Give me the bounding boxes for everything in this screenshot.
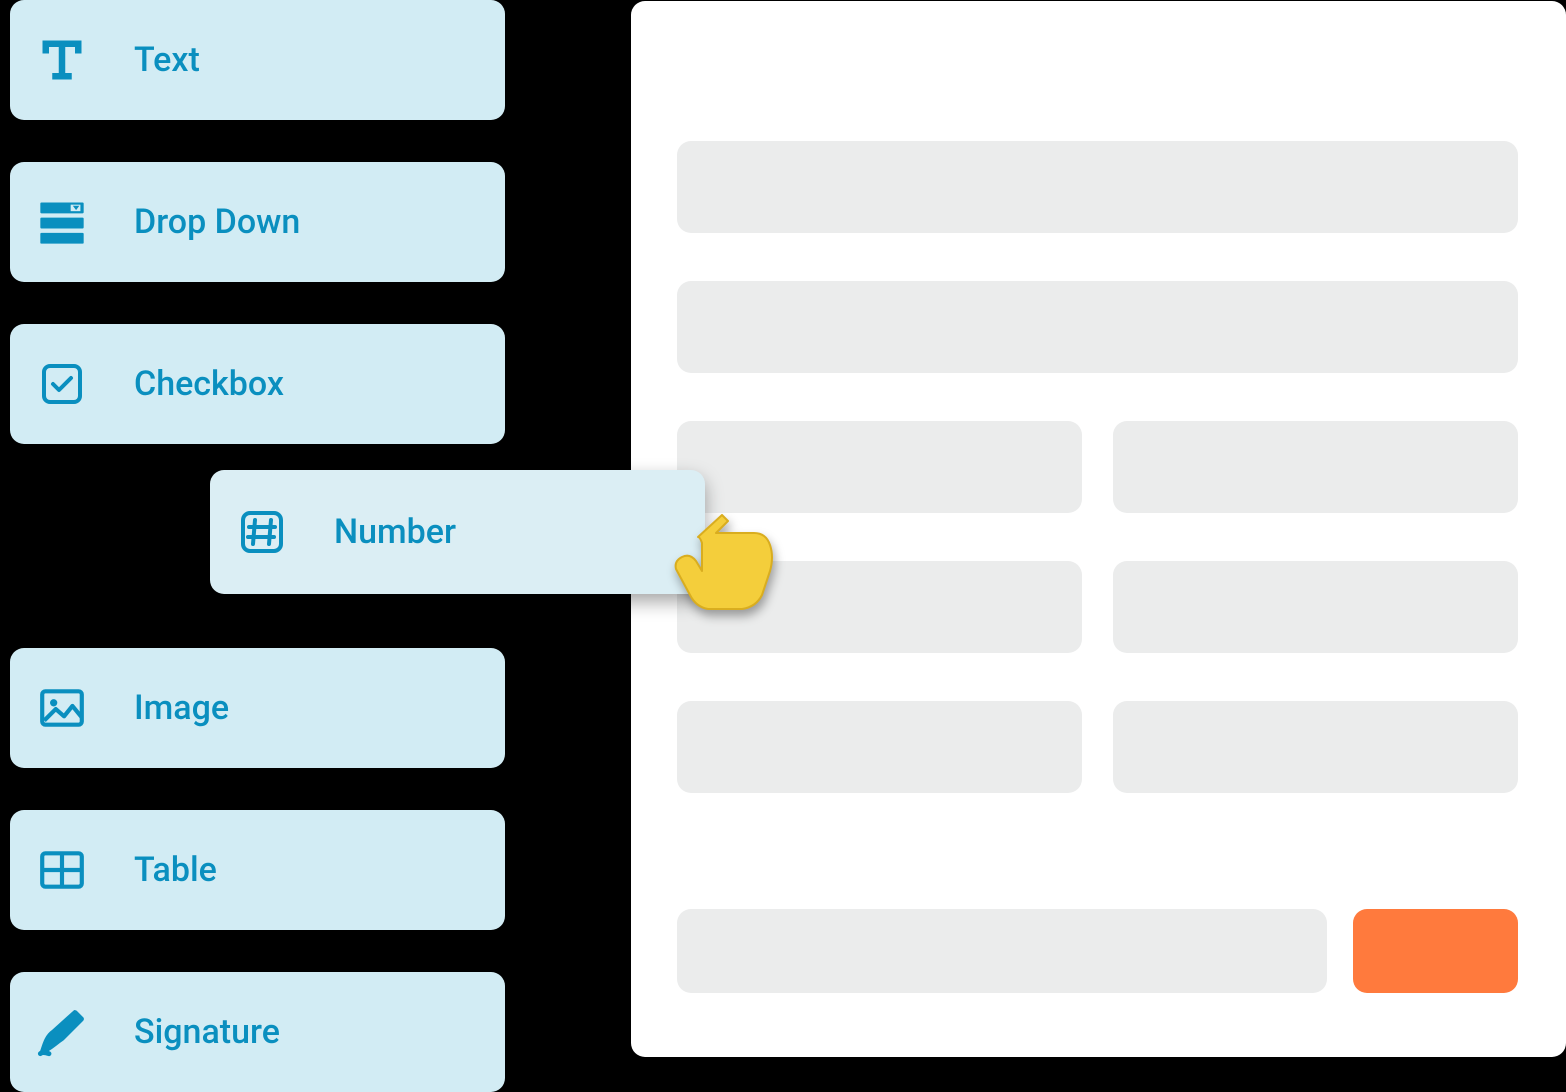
text-icon: [32, 30, 92, 90]
palette-item-label: Checkbox: [134, 364, 284, 404]
palette-item-label: Text: [134, 40, 200, 80]
palette-item-label: Table: [134, 850, 217, 890]
form-field-placeholder[interactable]: [677, 421, 1082, 513]
palette-item-label: Drop Down: [134, 202, 300, 242]
palette-item-image[interactable]: Image: [10, 648, 505, 768]
checkbox-icon: [32, 354, 92, 414]
form-field-placeholder[interactable]: [1113, 701, 1518, 793]
dragging-item-label: Number: [334, 512, 456, 552]
image-icon: [32, 678, 92, 738]
palette-item-checkbox[interactable]: Checkbox: [10, 324, 505, 444]
form-field-placeholder[interactable]: [677, 701, 1082, 793]
hash-icon: [232, 502, 292, 562]
palette-item-label: Signature: [134, 1012, 280, 1052]
form-field-placeholder[interactable]: [677, 141, 1518, 233]
form-field-placeholder[interactable]: [677, 281, 1518, 373]
palette-item-table[interactable]: Table: [10, 810, 505, 930]
palette-item-text[interactable]: Text: [10, 0, 505, 120]
form-field-placeholder[interactable]: [677, 561, 1082, 653]
form-canvas[interactable]: [631, 1, 1566, 1057]
submit-button-placeholder[interactable]: [1353, 909, 1518, 993]
signature-icon: [32, 1002, 92, 1062]
palette-item-label: Image: [134, 688, 229, 728]
form-field-placeholder[interactable]: [1113, 421, 1518, 513]
form-field-placeholder[interactable]: [1113, 561, 1518, 653]
dropdown-icon: [32, 192, 92, 252]
dragging-palette-item-number[interactable]: Number: [210, 470, 705, 594]
table-icon: [32, 840, 92, 900]
form-field-placeholder[interactable]: [677, 909, 1327, 993]
palette-item-dropdown[interactable]: Drop Down: [10, 162, 505, 282]
palette-item-signature[interactable]: Signature: [10, 972, 505, 1092]
